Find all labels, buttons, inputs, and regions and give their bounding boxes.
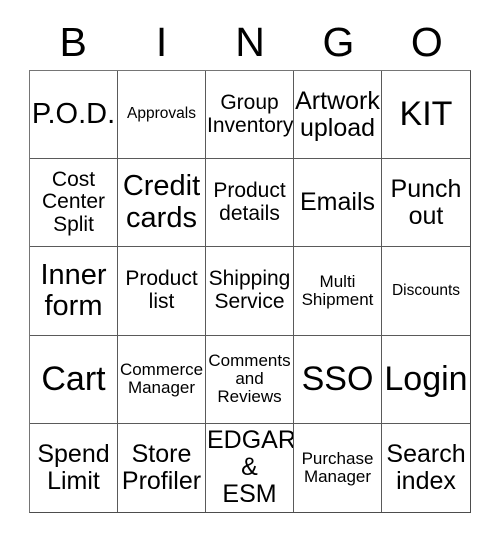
bingo-cell-b4[interactable]: Cart xyxy=(30,335,118,424)
bingo-cell-label: Product details xyxy=(213,179,286,225)
bingo-cell-b5[interactable]: Spend Limit xyxy=(30,423,118,512)
bingo-cell-label: Emails xyxy=(299,188,375,217)
bingo-cell-label: Spend Limit xyxy=(37,439,110,495)
bingo-cell-b2[interactable]: Cost Center Split xyxy=(30,159,118,248)
bingo-cell-label: Cart xyxy=(41,359,106,398)
bingo-cell-o3[interactable]: Discounts xyxy=(382,247,470,336)
bingo-cell-label: SSO xyxy=(301,359,374,398)
bingo-cell-i3[interactable]: Product list xyxy=(118,247,206,336)
bingo-cell-label: EDGAR & ESM xyxy=(207,426,294,509)
bingo-cell-label: Group Inventory xyxy=(207,90,294,137)
bingo-cell-label: Commerce Manager xyxy=(119,359,204,398)
bingo-cell-i5[interactable]: Store Profiler xyxy=(118,423,206,512)
bingo-cell-label: Product list xyxy=(125,267,198,313)
bingo-cell-label: Punch out xyxy=(390,174,462,230)
bingo-cell-b3[interactable]: Inner form xyxy=(30,247,118,336)
bingo-cell-i1[interactable]: Approvals xyxy=(118,71,206,160)
bingo-cell-o4[interactable]: Login xyxy=(382,335,470,424)
bingo-cell-n1[interactable]: Group Inventory xyxy=(206,71,294,160)
bingo-cell-label: Approvals xyxy=(127,105,196,123)
bingo-cell-label: Shipping Service xyxy=(208,267,291,313)
bingo-cell-label: Comments and Reviews xyxy=(208,350,291,407)
bingo-cell-label: Multi Shipment xyxy=(301,271,374,309)
bingo-cell-label: KIT xyxy=(399,95,453,134)
bingo-cell-label: Credit cards xyxy=(122,170,201,234)
bingo-cell-g1[interactable]: Artwork upload xyxy=(294,71,382,160)
bingo-cell-label: P.O.D. xyxy=(31,97,116,130)
bingo-cell-i4[interactable]: Commerce Manager xyxy=(118,335,206,424)
bingo-cell-g3[interactable]: Multi Shipment xyxy=(294,247,382,336)
bingo-cell-i2[interactable]: Credit cards xyxy=(118,159,206,248)
bingo-cell-o5[interactable]: Search index xyxy=(382,423,470,512)
bingo-cell-n5[interactable]: EDGAR & ESM xyxy=(206,423,294,512)
bingo-header-letter-i: I xyxy=(155,18,168,65)
bingo-card: B I N G O P.O.D. Approvals Group Invento… xyxy=(0,0,500,544)
bingo-cell-o1[interactable]: KIT xyxy=(382,71,470,160)
bingo-cell-label: Login xyxy=(384,359,468,398)
bingo-cell-o2[interactable]: Punch out xyxy=(382,159,470,248)
bingo-cell-label: Artwork upload xyxy=(295,86,380,142)
bingo-cell-g2[interactable]: Emails xyxy=(294,159,382,248)
bingo-header-letter-o: O xyxy=(410,18,443,65)
bingo-cell-label: Cost Center Split xyxy=(41,167,106,237)
bingo-cell-n2[interactable]: Product details xyxy=(206,159,294,248)
bingo-cell-b1[interactable]: P.O.D. xyxy=(30,71,118,160)
bingo-header-letter-g: G xyxy=(322,18,355,65)
bingo-cell-label: Search index xyxy=(386,439,466,495)
bingo-header-letter-b: B xyxy=(59,18,87,65)
bingo-cell-n4[interactable]: Comments and Reviews xyxy=(206,335,294,424)
bingo-cell-g4[interactable]: SSO xyxy=(294,335,382,424)
bingo-cell-g5[interactable]: Purchase Manager xyxy=(294,423,382,512)
bingo-cell-label: Purchase Manager xyxy=(301,448,374,486)
bingo-header-row: B I N G O xyxy=(29,14,471,70)
bingo-cell-n3[interactable]: Shipping Service xyxy=(206,247,294,336)
bingo-header-letter-n: N xyxy=(235,18,265,65)
bingo-cell-label: Store Profiler xyxy=(121,439,202,495)
bingo-cell-label: Inner form xyxy=(40,258,107,322)
bingo-grid: P.O.D. Approvals Group Inventory Artwork… xyxy=(29,70,471,513)
bingo-cell-label: Discounts xyxy=(391,281,461,299)
